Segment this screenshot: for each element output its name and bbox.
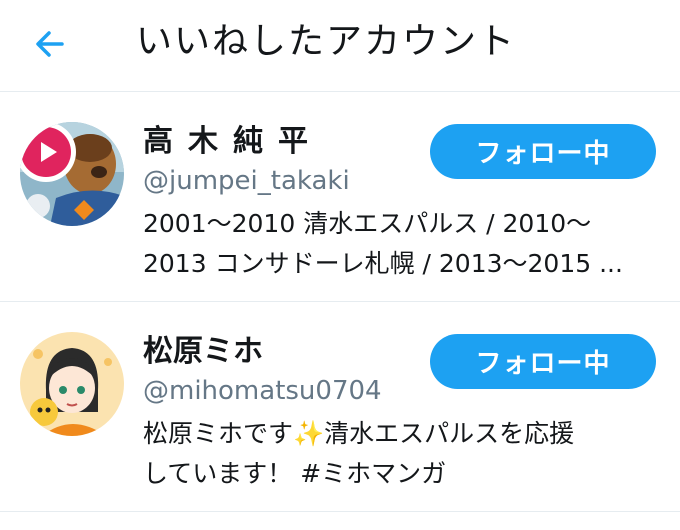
bio-line: 2013 コンサドーレ札幌 / 2013〜2015 ...	[143, 249, 623, 278]
bio-line: 松原ミホです✨清水エスパルスを応援	[143, 419, 575, 448]
user-bio: 2001〜2010 清水エスパルス / 2010〜 2013 コンサドーレ札幌 …	[143, 204, 653, 284]
top-bar: いいねしたアカウント	[0, 0, 680, 92]
following-button[interactable]: フォロー中	[430, 334, 656, 389]
user-name[interactable]: 松原ミホ	[143, 332, 263, 372]
user-handle: @jumpei_takaki	[143, 166, 350, 196]
avatar[interactable]	[20, 122, 124, 226]
page-title: いいねしたアカウント	[136, 21, 517, 62]
back-button[interactable]	[30, 24, 70, 64]
bio-line: 2001〜2010 清水エスパルス / 2010〜	[143, 209, 592, 238]
user-list-item[interactable]: 松原ミホ @mihomatsu0704 松原ミホです✨清水エスパルスを応援 して…	[0, 302, 680, 512]
play-icon	[41, 142, 57, 162]
user-name[interactable]: 高木純平	[143, 122, 323, 162]
avatar[interactable]	[20, 332, 124, 436]
user-list-item[interactable]: 高木純平 @jumpei_takaki 2001〜2010 清水エスパルス / …	[0, 92, 680, 302]
user-handle: @mihomatsu0704	[143, 376, 382, 406]
bio-line: しています！ #ミホマンガ	[143, 459, 447, 488]
user-bio: 松原ミホです✨清水エスパルスを応援 しています！ #ミホマンガ	[143, 414, 653, 494]
following-button[interactable]: フォロー中	[430, 124, 656, 179]
arrow-left-icon	[36, 31, 64, 57]
